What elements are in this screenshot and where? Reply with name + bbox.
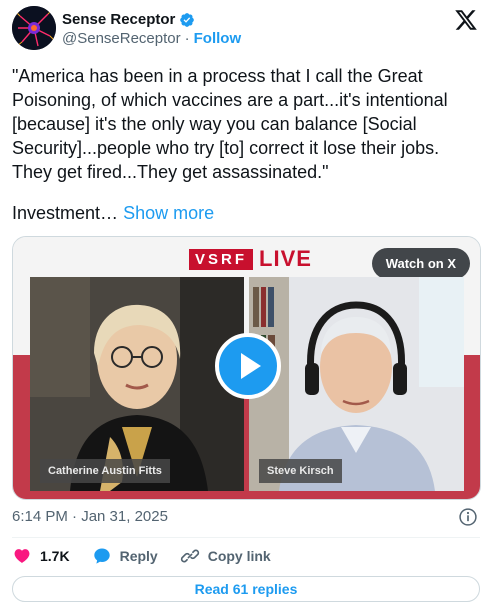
follow-button[interactable]: Follow xyxy=(194,30,242,47)
reply-label: Reply xyxy=(119,548,158,564)
separator-dot: · xyxy=(184,30,190,47)
tweet-truncated-line: Investment… Show more xyxy=(12,201,214,225)
avatar[interactable] xyxy=(12,6,56,50)
like-button[interactable]: 1.7K xyxy=(12,546,70,566)
tweet-card: Sense Receptor @SenseReceptor · Follow "Am… xyxy=(0,0,492,603)
video-player[interactable]: VSRF LIVE Watch on X Catherine Austin Fi… xyxy=(12,236,481,500)
truncated-text: Investment… xyxy=(12,203,119,223)
handle-row: @SenseReceptor · Follow xyxy=(62,30,241,47)
vsrf-brand: VSRF xyxy=(189,248,254,270)
tweet-text: "America has been in a process that I ca… xyxy=(12,66,453,182)
play-button[interactable] xyxy=(215,333,281,399)
timestamp[interactable]: 6:14 PM · Jan 31, 2025 xyxy=(12,508,168,525)
copy-link-button[interactable]: Copy link xyxy=(180,546,271,566)
reply-icon xyxy=(93,548,110,564)
play-icon xyxy=(241,353,261,379)
vsrf-logo: VSRF LIVE xyxy=(189,246,312,272)
read-replies-button[interactable]: Read 61 replies xyxy=(12,576,480,602)
verified-badge-icon xyxy=(179,12,195,28)
divider xyxy=(12,537,480,538)
heart-icon xyxy=(14,549,30,563)
speaker-right-name: Steve Kirsch xyxy=(259,459,342,483)
tweet-header: Sense Receptor @SenseReceptor · Follow xyxy=(12,4,480,52)
display-name[interactable]: Sense Receptor xyxy=(62,11,175,28)
vsrf-live: LIVE xyxy=(259,246,312,271)
link-icon xyxy=(180,549,199,563)
video-panel-right: Steve Kirsch xyxy=(249,277,464,491)
video-panel-left: Catherine Austin Fitts xyxy=(30,277,244,491)
reply-button[interactable]: Reply xyxy=(92,546,158,566)
like-count: 1.7K xyxy=(40,548,70,564)
watch-on-x-button[interactable]: Watch on X xyxy=(371,248,470,279)
handle[interactable]: @SenseReceptor xyxy=(62,30,181,47)
show-more-link[interactable]: Show more xyxy=(123,203,214,223)
speaker-left-name: Catherine Austin Fitts xyxy=(40,459,170,483)
x-logo-icon[interactable] xyxy=(454,8,478,32)
copy-link-label: Copy link xyxy=(207,548,271,564)
info-icon[interactable] xyxy=(458,507,478,527)
action-bar: 1.7K Reply Copy link xyxy=(12,545,271,567)
